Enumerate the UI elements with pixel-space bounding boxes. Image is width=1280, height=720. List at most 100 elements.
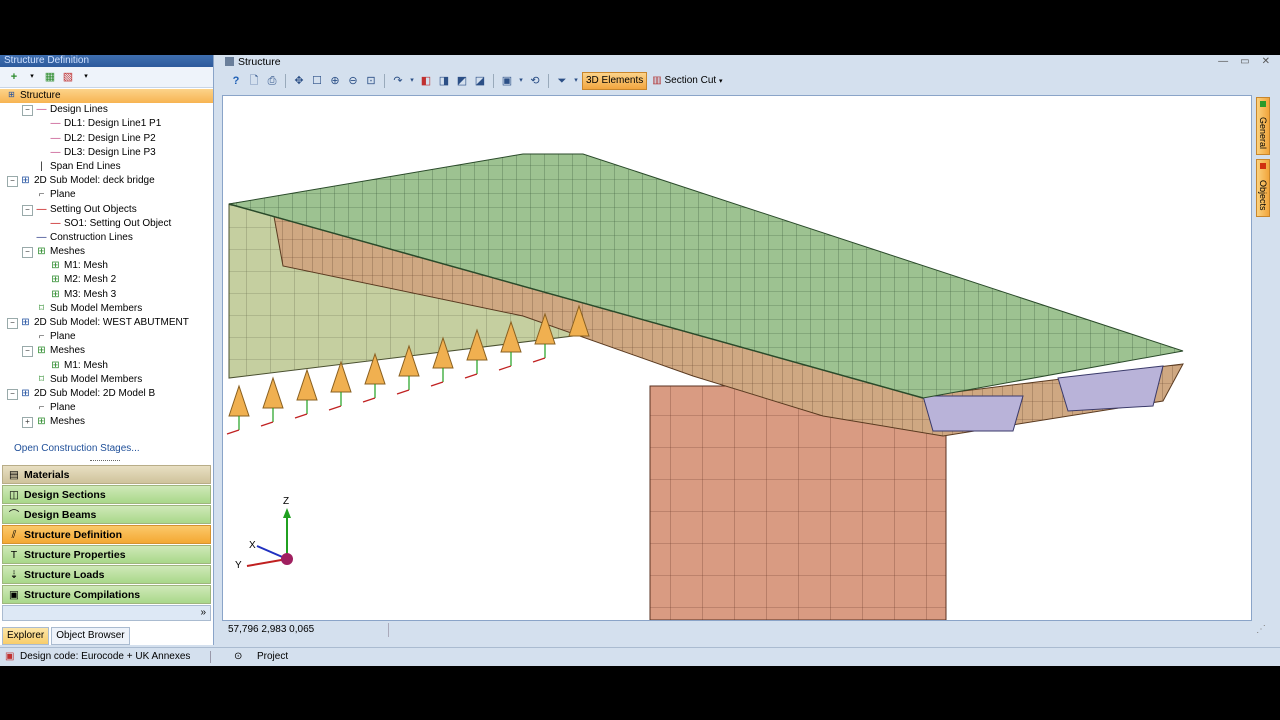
- tree-expander-icon[interactable]: −: [7, 318, 18, 329]
- nav-structure-compilations-button[interactable]: ▣ Structure Compilations: [2, 585, 211, 604]
- tree-expander-icon[interactable]: +: [22, 417, 33, 429]
- tree-node-icon: ⊞: [37, 246, 46, 258]
- pan-icon[interactable]: ✥: [291, 73, 307, 89]
- tree-item[interactable]: ⊞ M1: Mesh: [0, 259, 213, 273]
- dropdown-arrow-icon[interactable]: ▾: [572, 73, 580, 89]
- tree-item[interactable]: ⌑ Sub Model Members: [0, 302, 213, 316]
- tree-item[interactable]: ⊞ M2: Mesh 2: [0, 273, 213, 287]
- tab-objects[interactable]: Objects: [1256, 159, 1270, 217]
- tree-item[interactable]: − — Setting Out Objects: [0, 203, 213, 217]
- tree-item[interactable]: ⌐ Plane: [0, 401, 213, 415]
- nav-structure-properties-button[interactable]: T Structure Properties: [2, 545, 211, 564]
- open-construction-stages-link[interactable]: Open Construction Stages...: [14, 443, 140, 454]
- tree-item[interactable]: ⌐ Plane: [0, 188, 213, 202]
- expand-nav-button[interactable]: »: [2, 605, 211, 621]
- view-front-icon[interactable]: ◧: [418, 73, 434, 89]
- tree-node-icon: ⌐: [38, 402, 45, 414]
- nav-structure-definition-button[interactable]: ⫽ Structure Definition: [2, 525, 211, 544]
- panel-splitter[interactable]: [90, 460, 120, 464]
- minimize-icon[interactable]: —: [1218, 55, 1228, 69]
- tree-item[interactable]: − ⊞ 2D Sub Model: deck bridge: [0, 174, 213, 188]
- tree-item-label: M2: Mesh 2: [64, 274, 117, 286]
- nav-structure-loads-button[interactable]: ⇣ Structure Loads: [2, 565, 211, 584]
- nav-design-sections-button[interactable]: ◫ Design Sections: [2, 485, 211, 504]
- tree-item[interactable]: ⌐ Plane: [0, 330, 213, 344]
- tree-expander-icon[interactable]: −: [22, 204, 33, 216]
- restore-icon[interactable]: ▭: [1240, 55, 1249, 69]
- section-cut-button[interactable]: ▥ Section Cut ▾: [649, 73, 725, 89]
- add-submodel-icon[interactable]: ▦: [44, 71, 56, 83]
- filter-icon[interactable]: ⏷: [554, 73, 570, 89]
- dropdown-arrow-icon[interactable]: ▾: [80, 71, 92, 83]
- tree-expander-icon[interactable]: −: [22, 346, 33, 358]
- tree-node-icon: ⊞: [51, 274, 60, 286]
- nav-label: Structure Loads: [24, 569, 105, 581]
- separator: [285, 74, 286, 88]
- help-icon[interactable]: ?: [228, 73, 244, 89]
- tree-item[interactable]: — DL2: Design Line P2: [0, 132, 213, 146]
- tree-expander-icon[interactable]: −: [22, 105, 33, 117]
- tab-explorer[interactable]: Explorer: [2, 627, 50, 645]
- view-iso-icon[interactable]: ◪: [472, 73, 488, 89]
- resize-grip-icon[interactable]: ⋰: [1256, 623, 1266, 637]
- nav-design-beams-button[interactable]: ⌒ Design Beams: [2, 505, 211, 524]
- tree-item[interactable]: − ⊞ Meshes: [0, 344, 213, 358]
- tab-general-label: General: [1258, 116, 1268, 150]
- nav-label: Structure Compilations: [24, 589, 141, 601]
- tree-item[interactable]: ⊞ M1: Mesh: [0, 359, 213, 373]
- view-side-icon[interactable]: ◨: [436, 73, 452, 89]
- add-icon[interactable]: +: [8, 71, 20, 83]
- close-icon[interactable]: ✕: [1262, 55, 1270, 69]
- tree-item[interactable]: − ⊞ Meshes: [0, 245, 213, 259]
- section-cut-icon: ▥: [652, 75, 662, 86]
- tree-item-label: M1: Mesh: [64, 359, 108, 371]
- tree-item[interactable]: − ⊞ 2D Sub Model: 2D Model B: [0, 387, 213, 401]
- zoom-in-icon[interactable]: ⊕: [327, 73, 343, 89]
- print-preview-icon[interactable]: 🗋: [246, 73, 262, 89]
- tree-node-icon: —: [36, 231, 47, 243]
- tree-item[interactable]: — Construction Lines: [0, 231, 213, 245]
- tree-node-icon: ⌑: [38, 302, 45, 314]
- save-view-icon[interactable]: ▣: [499, 73, 515, 89]
- tree-expander-icon[interactable]: −: [7, 176, 18, 188]
- zoom-out-icon[interactable]: ⊖: [345, 73, 361, 89]
- 3d-viewport[interactable]: Z X Y: [222, 95, 1252, 621]
- tree-item[interactable]: ⊞ M3: Mesh 3: [0, 288, 213, 302]
- tree-node-icon: ⊞: [37, 345, 46, 357]
- tree-item[interactable]: − — Design Lines: [0, 103, 213, 117]
- dropdown-arrow-icon[interactable]: ▾: [26, 71, 38, 83]
- box-cell: [922, 395, 1024, 432]
- tree-item-label: DL1: Design Line1 P1: [64, 118, 162, 130]
- application-status-bar: ▣ Design code: Eurocode + UK Annexes ⊙ P…: [0, 647, 1280, 666]
- rotate-icon[interactable]: ↷: [390, 73, 406, 89]
- tree-expander-icon[interactable]: −: [22, 247, 33, 259]
- tree-expander-icon[interactable]: ⊞: [7, 91, 16, 100]
- tree-item[interactable]: — DL1: Design Line1 P1: [0, 117, 213, 131]
- select-box-icon[interactable]: ☐: [309, 73, 325, 89]
- 3d-elements-button[interactable]: 3D Elements: [582, 72, 648, 90]
- tab-general[interactable]: General: [1256, 97, 1270, 155]
- dropdown-arrow-icon[interactable]: ▾: [408, 73, 416, 89]
- tree-item-label: Meshes: [50, 345, 86, 357]
- tree-expander-icon[interactable]: −: [7, 388, 18, 400]
- tree-node-icon: ⌐: [38, 189, 45, 201]
- tab-object-browser[interactable]: Object Browser: [51, 627, 130, 645]
- tree-item[interactable]: ⊞ Structure: [0, 89, 213, 104]
- tree-item[interactable]: − ⊞ 2D Sub Model: WEST ABUTMENT: [0, 316, 213, 330]
- print-icon[interactable]: ⎙: [264, 73, 280, 89]
- tree-item-label: Design Lines: [50, 104, 108, 116]
- refresh-icon[interactable]: ⟲: [527, 73, 543, 89]
- zoom-extents-icon[interactable]: ⊡: [363, 73, 379, 89]
- project-status[interactable]: Project: [257, 648, 288, 666]
- delete-object-icon[interactable]: ▧: [62, 71, 74, 83]
- tree-item-label: Span End Lines: [50, 160, 121, 172]
- tree-item[interactable]: ⌑ Sub Model Members: [0, 373, 213, 387]
- tree-item[interactable]: + ⊞ Meshes: [0, 415, 213, 429]
- nav-materials-button[interactable]: ▤ Materials: [2, 465, 211, 484]
- dropdown-arrow-icon[interactable]: ▾: [517, 73, 525, 89]
- tree-item-label: Meshes: [50, 416, 86, 428]
- tree-item[interactable]: — SO1: Setting Out Object: [0, 217, 213, 231]
- tree-item[interactable]: | Span End Lines: [0, 160, 213, 174]
- view-top-icon[interactable]: ◩: [454, 73, 470, 89]
- tree-item[interactable]: — DL3: Design Line P3: [0, 146, 213, 160]
